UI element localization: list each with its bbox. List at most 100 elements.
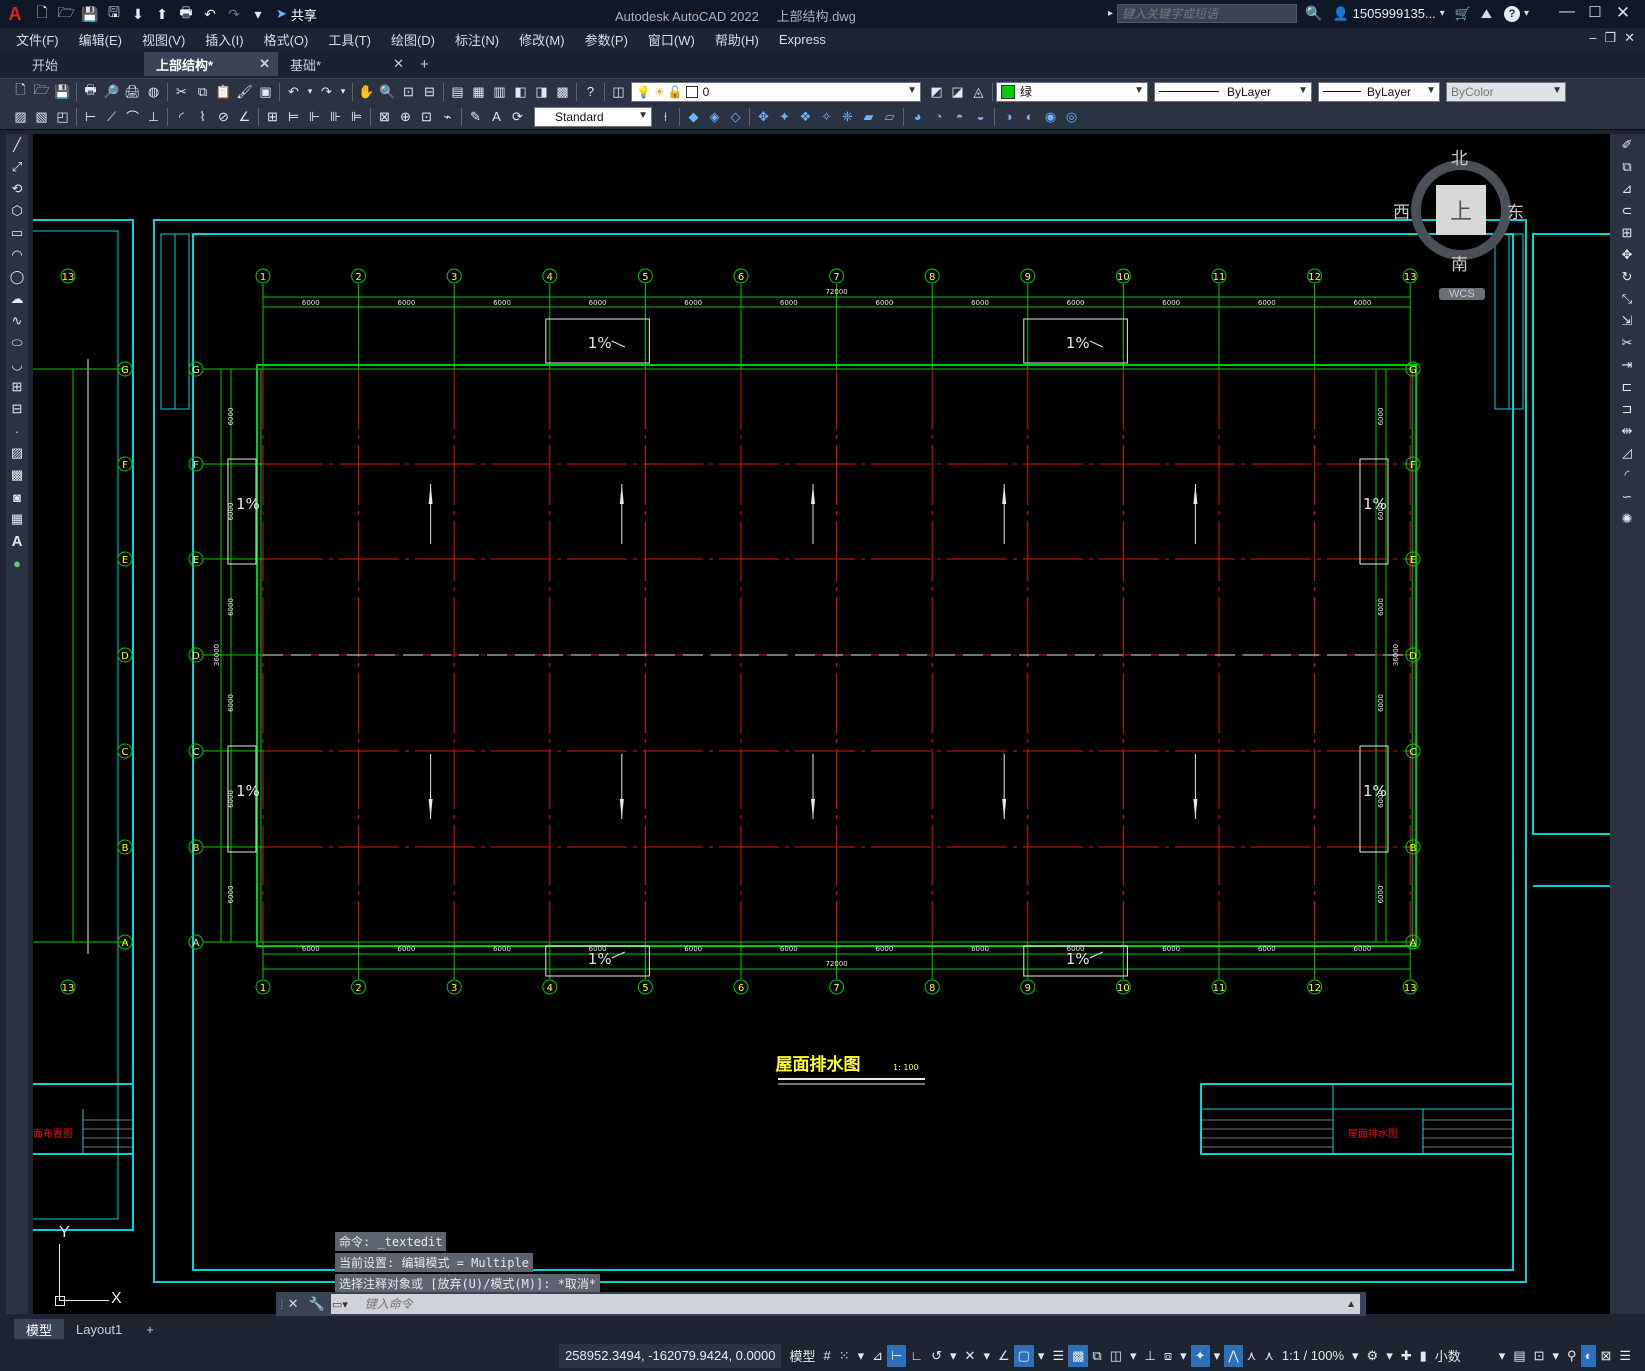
osnap-dropdown-icon[interactable]: ▾ [1034,1345,1049,1367]
selection-filter-dropdown-icon[interactable]: ▾ [1176,1345,1191,1367]
region-icon[interactable]: ◙ [6,486,28,508]
polyline-icon[interactable]: ⟲ [6,178,28,200]
hardware-acceleration-icon[interactable]: ◐ [1580,1344,1597,1367]
autocad-logo-icon[interactable]: A [0,4,30,25]
coordinate-readout[interactable]: 258952.3494, -162079.9424, 0.0000 [559,1343,782,1368]
dimension-edit-icon[interactable]: ✎ [466,107,485,126]
menu-help[interactable]: 帮助(H) [705,30,769,49]
command-prompt-icon[interactable]: ▭▾ [332,1298,348,1311]
open-web-icon[interactable]: ⬆ [152,5,172,23]
undo-dropdown-icon[interactable]: ▾ [305,82,315,101]
properties-icon[interactable]: ▤ [448,82,467,101]
join-icon[interactable]: ⇹ [1616,420,1638,442]
gizmo-icon[interactable]: ✦ [1190,1344,1210,1367]
annotation-visibility-icon[interactable]: ⋀ [1224,1344,1243,1367]
match-properties-icon[interactable]: 🖌 [235,82,254,101]
dimension-style-icon[interactable]: ⟊ [656,107,675,126]
check-icon[interactable]: ◉ [1041,107,1060,126]
quick-properties-icon[interactable]: ▤ [1509,1345,1529,1367]
save-icon[interactable]: 💾 [53,82,72,101]
copy-object-icon[interactable]: ⧉ [1616,156,1638,178]
insert-block-icon[interactable]: ⊞ [6,376,28,398]
annotation-monitor-icon[interactable]: ✚ [1397,1345,1416,1367]
workspace-dropdown-icon[interactable]: ▾ [1382,1345,1397,1367]
construction-line-icon[interactable]: ⤢ [6,156,28,178]
subtract-icon[interactable]: ◔ [929,107,948,126]
aligned-dimension-icon[interactable]: ⟋ [102,107,121,126]
move-gizmo-icon[interactable]: ✥ [754,107,773,126]
3d-osnap-dropdown-icon[interactable]: ▾ [1126,1345,1141,1367]
model-space-canvas[interactable]: 1 1 2 2 3 3 4 4 5 5 6 6 7 7 8 8 9 9 10 10 11 11 12 12 13 13 G G F F E E… [33,134,1610,1314]
redo-icon[interactable]: ↷ [317,82,336,101]
color-combo[interactable]: 绿 ▼ [996,81,1148,102]
break-at-point-icon[interactable]: ⊏ [1616,376,1638,398]
plot-icon[interactable]: 🖶 [81,82,100,101]
infer-constraints-icon[interactable]: ⊿ [868,1345,887,1367]
open-file-icon[interactable]: 🗁 [56,4,76,23]
cut-icon[interactable]: ✂ [172,82,191,101]
rotate-gizmo-icon[interactable]: ✦ [775,107,794,126]
menu-edit[interactable]: 编辑(E) [69,30,132,49]
make-current-layer-icon[interactable]: ◩ [927,82,946,101]
units-value[interactable]: 小数 [1431,1345,1495,1367]
revision-cloud-icon[interactable]: ☁ [6,288,28,310]
customization-icon[interactable]: ☰ [1615,1345,1635,1367]
angular-dimension-icon[interactable]: ∠ [235,107,254,126]
break-icon[interactable]: ⊐ [1616,398,1638,420]
radius-dimension-icon[interactable]: ◜ [172,107,191,126]
doc-restore-icon[interactable]: ❐ [1604,30,1616,46]
3d-cone-icon[interactable]: ◇ [726,107,745,126]
save-as-icon[interactable]: 🖫 [104,4,124,23]
linetype-combo[interactable]: ByLayer ▼ [1154,81,1312,102]
arc-length-icon[interactable]: ⌒ [123,107,142,126]
command-customize-icon[interactable]: 🔧 [309,1296,325,1312]
jogged-linear-icon[interactable]: ⌁ [438,107,457,126]
blend-curves-icon[interactable]: ∽ [1616,486,1638,508]
imprint-icon[interactable]: ◒ [971,107,990,126]
plot-icon[interactable]: 🖶 [176,4,196,23]
arc-icon[interactable]: ◠ [6,244,28,266]
jogged-dimension-icon[interactable]: ⌇ [193,107,212,126]
units-icon[interactable]: ▮ [1416,1345,1431,1367]
extrude-icon[interactable]: ▰ [859,107,878,126]
slice-icon[interactable]: ▱ [880,107,899,126]
linear-dimension-icon[interactable]: ⊢ [81,107,100,126]
maximize-icon[interactable]: ☐ [1581,3,1609,23]
undo-icon[interactable]: ↶ [200,5,220,23]
dimension-space-icon[interactable]: ⊪ [326,107,345,126]
layer-previous-icon[interactable]: ◪ [948,82,967,101]
tab-start[interactable]: 开始 [20,52,144,76]
selection-cycling-icon[interactable]: ⧉ [1088,1345,1105,1367]
save-icon[interactable]: 💾 [80,5,100,23]
menu-dimension[interactable]: 标注(N) [445,30,509,49]
workspace-gear-icon[interactable]: ⚙ [1363,1345,1383,1367]
array-3d-icon[interactable]: ❈ [838,107,857,126]
polygon-icon[interactable]: ⬡ [6,200,28,222]
menu-parametric[interactable]: 参数(P) [575,30,638,49]
snap-icon[interactable]: ⁙ [835,1345,854,1367]
menu-express[interactable]: Express [769,32,836,47]
autodesk-app-icon[interactable]: ⛰ [1481,6,1492,22]
command-grip-icon[interactable]: ⁞ [280,1297,284,1312]
viewcube-top-face[interactable]: 上 [1436,185,1486,235]
intersect-icon[interactable]: ◓ [950,107,969,126]
close-icon[interactable]: ✕ [1609,3,1637,23]
design-center-icon[interactable]: ▦ [469,82,488,101]
object-snap-icon[interactable]: ▢ [1013,1344,1034,1367]
plot-preview-icon[interactable]: 🔎 [102,82,121,101]
align-3d-icon[interactable]: ❖ [796,107,815,126]
new-layout-button[interactable]: + [134,1319,166,1339]
layer-combo[interactable]: 💡 ☀ 🔓 0 ▼ [631,81,921,102]
clean-screen-icon[interactable]: ⊠ [1596,1345,1615,1367]
lineweight-icon[interactable]: ☰ [1048,1345,1068,1367]
rotate-icon[interactable]: ↻ [1616,266,1638,288]
line-icon[interactable]: ╱ [6,134,28,156]
baseline-dimension-icon[interactable]: ⊨ [284,107,303,126]
dynamic-ucs-icon[interactable]: ⊥ [1141,1345,1160,1367]
search-input[interactable] [1117,4,1298,23]
ellipse-icon[interactable]: ⬭ [6,332,28,354]
dimension-text-edit-icon[interactable]: A [487,107,506,126]
compass-north[interactable]: 北 [1451,144,1468,169]
minimize-icon[interactable]: — [1553,3,1581,23]
wcs-menu-button[interactable]: WCS [1439,288,1485,300]
